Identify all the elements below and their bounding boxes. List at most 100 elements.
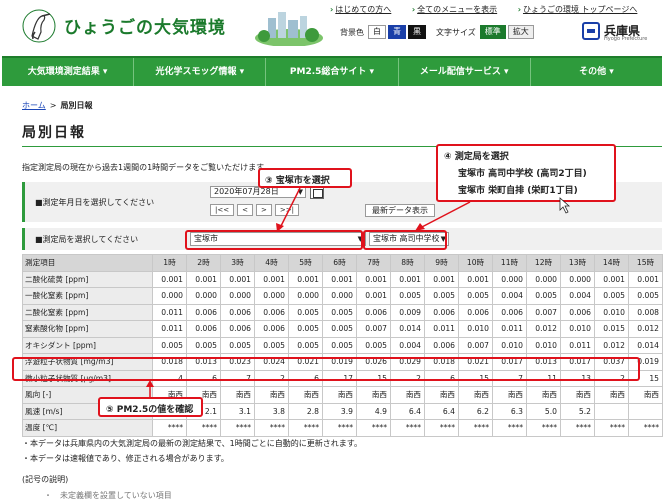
table-cell: 0.006 bbox=[220, 303, 255, 321]
table-cell: 0.005 bbox=[356, 336, 391, 354]
step4-title: ④ 測定局を選択 bbox=[444, 152, 509, 162]
table-cell: 0.007 bbox=[356, 320, 391, 338]
table-cell: 0.000 bbox=[560, 270, 595, 288]
table-cell: 0.006 bbox=[186, 320, 221, 338]
station-select-highlight bbox=[363, 230, 447, 250]
breadcrumb-home[interactable]: ホーム bbox=[22, 101, 46, 110]
date-next-button[interactable]: > bbox=[255, 204, 272, 216]
table-cell: 0.001 bbox=[288, 270, 323, 288]
nav-mail-service[interactable]: メール配信サービス ▾ bbox=[399, 58, 531, 86]
table-cell: 0.006 bbox=[424, 303, 459, 321]
table-header-hour: 5時 bbox=[288, 254, 323, 272]
table-cell: 0.000 bbox=[288, 287, 323, 305]
table-cell: 0.005 bbox=[458, 287, 493, 305]
table-row-label: 一酸化窒素 [ppm] bbox=[22, 287, 153, 305]
step4-callout: ④ 測定局を選択 宝塚市 高司中学校 (高司2丁目) 宝塚市 栄町自排 (栄町1… bbox=[436, 144, 616, 202]
date-value: 2020年07月28日 bbox=[214, 187, 279, 196]
font-large-button[interactable]: 拡大 bbox=[507, 25, 534, 39]
site-header: ひょうごの大気環境 › はじめての方へ › 全てのメニューを表示 › ひょうごの環境 … bbox=[0, 0, 665, 52]
table-cell: 南西 bbox=[458, 386, 493, 404]
table-cell: 0.000 bbox=[492, 270, 527, 288]
main-nav: 大気環境測定結果 ▾ 光化学スモッグ情報 ▾ PM2.5総合サイト ▾ メール配… bbox=[2, 56, 662, 86]
note-2: ・本データは速報値であり、修正される場合があります。 bbox=[22, 454, 229, 463]
top-link-env-top[interactable]: › ひょうごの環境 トップページへ bbox=[518, 5, 647, 14]
table-cell: 0.005 bbox=[322, 320, 357, 338]
table-cell: 0.006 bbox=[492, 303, 527, 321]
table-header-hour: 9時 bbox=[424, 254, 459, 272]
table-cell: 0.015 bbox=[594, 320, 629, 338]
table-cell: 3.8 bbox=[254, 402, 289, 420]
table-cell: 0.011 bbox=[424, 320, 459, 338]
site-title: ひょうごの大気環境 bbox=[64, 18, 226, 38]
notes: ・本データは兵庫県内の大気測定局の最新の測定結果で、1時間ごとに自動的に更新され… bbox=[22, 436, 362, 466]
table-header-row: 測定項目 1時 2時 3時 4時 5時 6時 7時 8時 9時 10時 11時 12時 13時 14時 15… bbox=[22, 254, 663, 272]
table-cell: 0.005 bbox=[288, 303, 323, 321]
table-cell: 6.4 bbox=[390, 402, 425, 420]
table-cell: 0.008 bbox=[628, 303, 663, 321]
table-cell: 0.005 bbox=[322, 303, 357, 321]
top-link-all-menu[interactable]: › 全てのメニューを表示 bbox=[412, 5, 506, 14]
nav-measurement[interactable]: 大気環境測定結果 ▾ bbox=[2, 58, 135, 86]
nav-photochemical-smog[interactable]: 光化学スモッグ情報 ▾ bbox=[134, 58, 267, 86]
table-cell: **** bbox=[186, 419, 221, 437]
date-first-button[interactable]: |<< bbox=[210, 204, 235, 216]
page-title: 局別日報 bbox=[22, 125, 86, 141]
latest-data-button[interactable]: 最新データ表示 bbox=[365, 204, 435, 217]
table-cell: 南西 bbox=[492, 386, 527, 404]
date-prev-button[interactable]: < bbox=[237, 204, 253, 216]
table-cell: 0.001 bbox=[152, 270, 187, 288]
table-cell: 0.000 bbox=[220, 287, 255, 305]
font-standard-button[interactable]: 標準 bbox=[479, 25, 506, 39]
step5-text: ⑤ PM2.5の値を確認 bbox=[106, 405, 194, 415]
table-header-hour: 10時 bbox=[458, 254, 493, 272]
table-cell: 0.006 bbox=[254, 320, 289, 338]
bg-blue-button[interactable]: 青 bbox=[388, 25, 406, 39]
breadcrumb-current: 局別日報 bbox=[60, 101, 93, 110]
top-link-beginner[interactable]: › はじめての方へ bbox=[330, 5, 400, 14]
table-cell: 5.2 bbox=[560, 402, 595, 420]
table-cell: **** bbox=[288, 419, 323, 437]
table-cell: 0.006 bbox=[254, 303, 289, 321]
bg-white-button[interactable]: 白 bbox=[368, 25, 386, 39]
table-cell: 2.8 bbox=[288, 402, 323, 420]
date-last-button[interactable]: >>| bbox=[274, 204, 299, 216]
bg-black-button[interactable]: 黒 bbox=[408, 25, 426, 39]
nav-other[interactable]: その他 ▾ bbox=[531, 58, 662, 86]
table-cell: 南西 bbox=[220, 386, 255, 404]
breadcrumb-separator: > bbox=[49, 101, 57, 110]
prefecture-logo[interactable]: 兵庫県 Hyogo Prefecture bbox=[582, 20, 662, 42]
table-header-hour: 15時 bbox=[628, 254, 663, 272]
table-cell: 4.9 bbox=[356, 402, 391, 420]
site-logo[interactable]: ひょうごの大気環境 bbox=[22, 6, 323, 46]
table-cell: 南西 bbox=[628, 386, 663, 404]
table-cell: **** bbox=[560, 419, 595, 437]
table-cell: **** bbox=[390, 419, 425, 437]
table-cell: 0.012 bbox=[594, 336, 629, 354]
intro-text: 指定測定局の現在から過去1週間の1時間データをご覧いただけます。 bbox=[22, 163, 272, 172]
table-cell: 0.005 bbox=[254, 336, 289, 354]
table-header-hour: 13時 bbox=[560, 254, 595, 272]
note-1: ・本データは兵庫県内の大気測定局の最新の測定結果で、1時間ごとに自動的に更新され… bbox=[22, 439, 362, 448]
table-cell: 0.006 bbox=[560, 303, 595, 321]
display-options: 背景色 白 青 黒 文字サイズ 標準 拡大 bbox=[340, 24, 536, 40]
table-cell: **** bbox=[220, 419, 255, 437]
table-cell: 0.000 bbox=[186, 287, 221, 305]
table-cell: 0.010 bbox=[526, 336, 561, 354]
table-cell: 0.014 bbox=[628, 336, 663, 354]
table-cell: 0.011 bbox=[492, 320, 527, 338]
table-cell: 0.006 bbox=[356, 303, 391, 321]
legend-item: ・ 未定義欄を設置していない項目 bbox=[44, 491, 172, 499]
table-cell: 0.005 bbox=[628, 287, 663, 305]
table-cell: 0.004 bbox=[390, 336, 425, 354]
font-size-label: 文字サイズ bbox=[436, 27, 476, 37]
table-cell: 0.005 bbox=[220, 336, 255, 354]
nav-pm25[interactable]: PM2.5総合サイト ▾ bbox=[266, 58, 399, 86]
table-cell: 0.005 bbox=[152, 336, 187, 354]
table-cell: 南西 bbox=[424, 386, 459, 404]
table-cell: 0.011 bbox=[152, 320, 187, 338]
table-cell: 0.014 bbox=[390, 320, 425, 338]
table-row-label: 二酸化窒素 [ppm] bbox=[22, 303, 153, 321]
table-header-item: 測定項目 bbox=[22, 254, 153, 272]
table-cell: 0.001 bbox=[458, 270, 493, 288]
table-cell: 0.005 bbox=[288, 320, 323, 338]
